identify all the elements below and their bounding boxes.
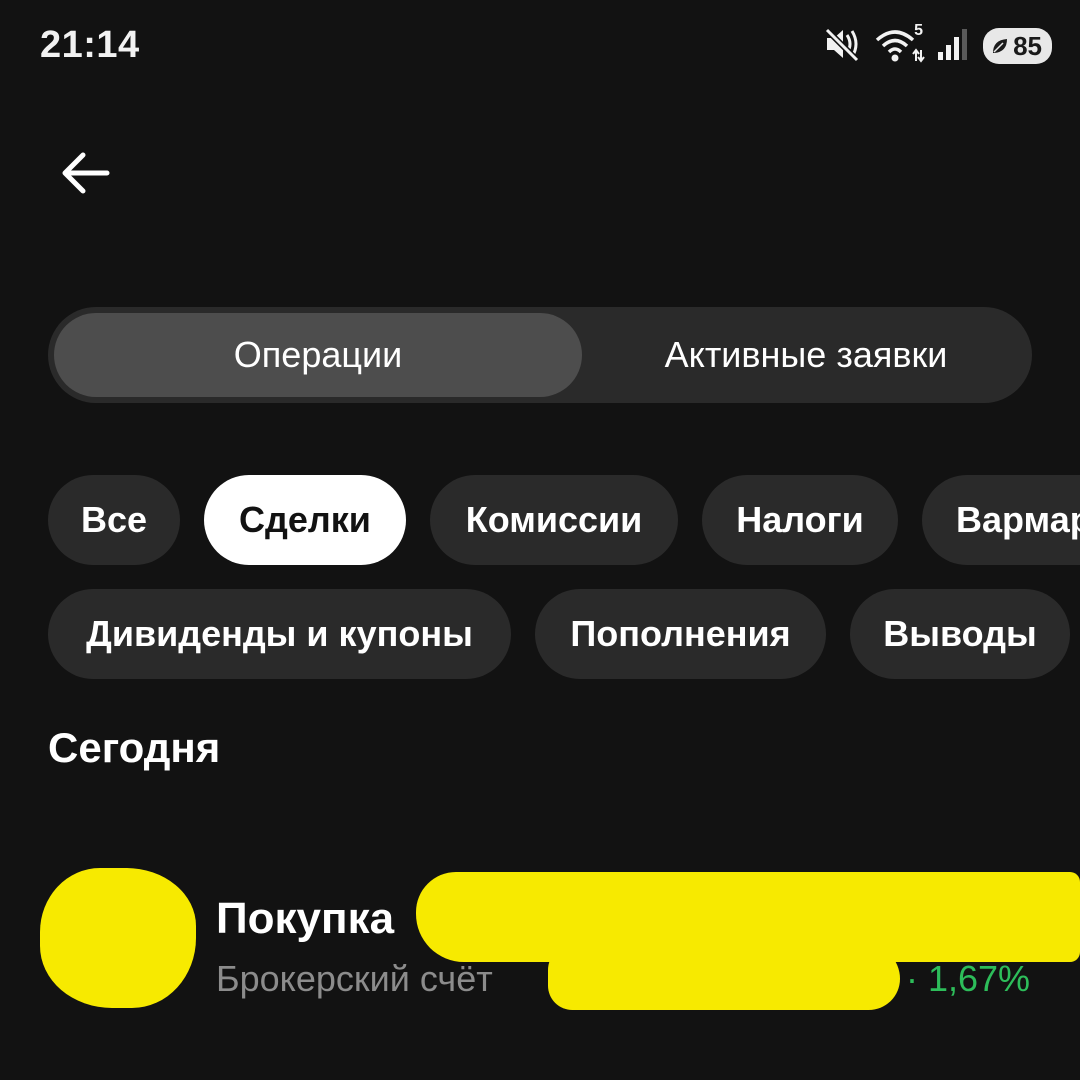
status-time: 21:14 [40,24,140,66]
filter-row-1: Все Сделки Комиссии Налоги Вармаржа [0,475,1080,565]
status-bar: 21:14 5 85 [0,0,1080,90]
operations-tab-switcher: Операции Активные заявки [48,307,1032,403]
operation-change: · 1,67% [906,958,1031,999]
operation-row[interactable]: Покупка Брокерский счёт · 1,67% [0,850,1080,1020]
filter-row-2: Дивиденды и купоны Пополнения Выводы [0,589,1080,679]
section-title-today: Сегодня [48,724,221,771]
tab-active-orders[interactable]: Активные заявки [586,313,1026,397]
wifi-icon: 5 [875,22,925,64]
leaf-icon [991,31,1009,62]
filter-chip-all[interactable]: Все [48,475,180,565]
signal-icon [937,26,971,67]
battery-level: 85 [1013,30,1042,61]
filter-chip-trades[interactable]: Сделки [204,475,406,565]
redaction-mark [548,944,900,1010]
filter-chip-deposits[interactable]: Пополнения [535,589,826,679]
redacted-avatar [40,868,196,1008]
tab-operations[interactable]: Операции [54,313,582,397]
operation-account: Брокерский счёт [216,958,493,999]
mute-icon [823,26,863,67]
filter-chip-withdrawals[interactable]: Выводы [850,589,1070,679]
filter-chip-commissions[interactable]: Комиссии [430,475,678,565]
wifi-badge: 5 [914,22,924,39]
filter-chip-varmargin[interactable]: Вармаржа [922,475,1080,565]
status-icons: 5 85 [823,22,1052,68]
filter-chip-taxes[interactable]: Налоги [702,475,898,565]
battery-indicator: 85 [983,28,1052,64]
operation-title: Покупка [216,894,395,943]
back-button[interactable] [50,140,120,210]
filter-chip-dividends[interactable]: Дивиденды и купоны [48,589,511,679]
arrow-left-icon [57,145,113,206]
